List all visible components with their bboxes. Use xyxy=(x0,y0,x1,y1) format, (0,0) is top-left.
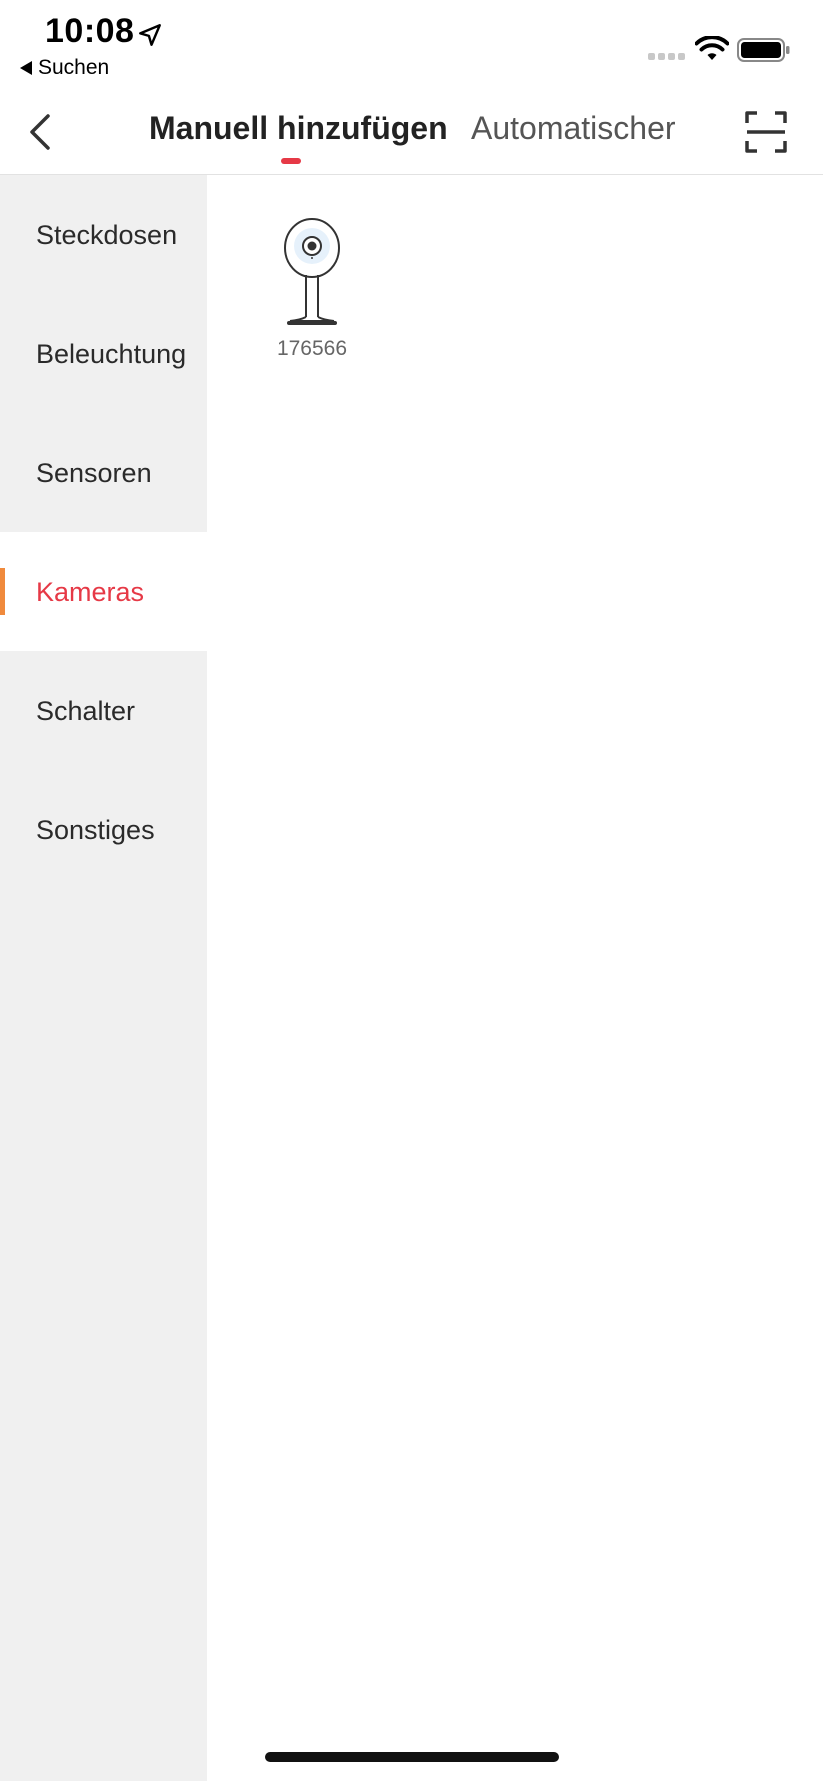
category-item-steckdosen[interactable]: Steckdosen xyxy=(0,175,207,294)
location-arrow-icon xyxy=(139,24,161,46)
category-item-beleuchtung[interactable]: Beleuchtung xyxy=(0,294,207,413)
category-sidebar: Steckdosen Beleuchtung Sensoren Kameras … xyxy=(0,175,207,1781)
back-to-app-label: Suchen xyxy=(38,56,110,79)
scan-icon[interactable] xyxy=(744,110,788,154)
device-card[interactable]: 176566 xyxy=(257,217,367,361)
category-label: Schalter xyxy=(36,695,136,726)
category-label: Sensoren xyxy=(36,457,152,488)
navigation-bar: Manuell hinzufügen Automatischer xyxy=(0,90,823,175)
battery-icon xyxy=(737,38,790,62)
back-triangle-icon xyxy=(20,61,32,75)
category-item-sonstiges[interactable]: Sonstiges xyxy=(0,770,207,889)
category-label: Sonstiges xyxy=(36,814,155,845)
category-item-sensoren[interactable]: Sensoren xyxy=(0,413,207,532)
indoor-camera-icon xyxy=(284,218,340,325)
status-time: 10:08 xyxy=(45,12,135,50)
device-grid: 176566 xyxy=(207,175,823,1781)
category-item-kameras[interactable]: Kameras xyxy=(0,532,207,651)
category-label: Steckdosen xyxy=(36,219,178,250)
category-item-schalter[interactable]: Schalter xyxy=(0,651,207,770)
status-bar: 10:08 Suchen xyxy=(0,0,823,90)
active-tab-indicator xyxy=(281,158,301,164)
tab-automatic[interactable]: Automatischer xyxy=(471,110,676,147)
category-label: Beleuchtung xyxy=(36,338,187,369)
back-to-app-link[interactable]: Suchen xyxy=(20,56,109,80)
wifi-icon xyxy=(695,36,729,60)
category-label: Kameras xyxy=(36,576,145,607)
back-chevron-icon[interactable] xyxy=(22,110,58,154)
tab-manual-add[interactable]: Manuell hinzufügen xyxy=(149,110,448,147)
home-indicator[interactable] xyxy=(265,1752,559,1762)
cellular-signal-icon xyxy=(648,53,685,60)
device-label: 176566 xyxy=(276,337,348,360)
